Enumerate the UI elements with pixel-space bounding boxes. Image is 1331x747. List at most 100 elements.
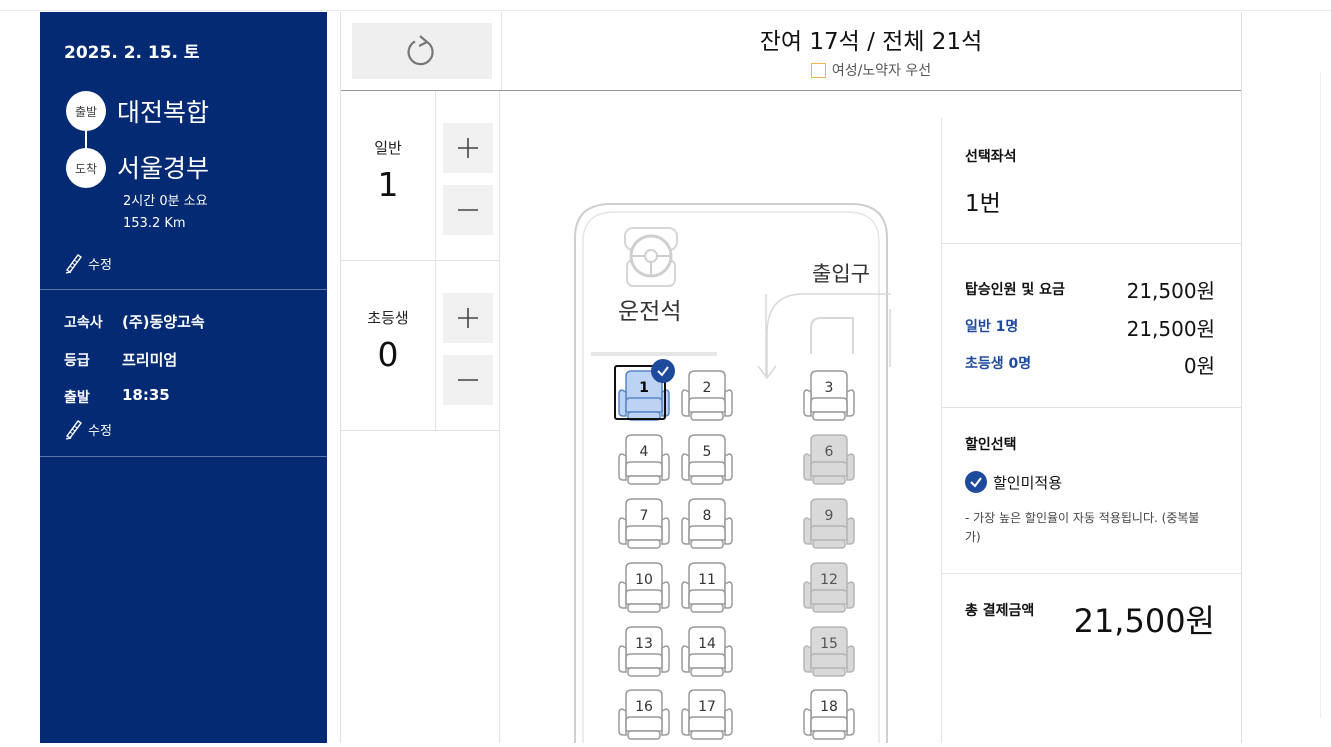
adult-label: 일반 (374, 139, 402, 157)
driver-seat-label: 운전석 (618, 299, 682, 325)
adult-plus-button[interactable] (443, 123, 493, 173)
summary-divider (941, 573, 1241, 574)
seat-18[interactable]: 18 (801, 687, 857, 743)
seat-number: 11 (698, 572, 716, 588)
seat-16[interactable]: 16 (616, 687, 672, 743)
seat-8[interactable]: 8 (679, 496, 735, 552)
seat-3[interactable]: 3 (801, 368, 857, 424)
minus-icon (458, 209, 478, 211)
seat-number: 17 (698, 699, 716, 715)
sidebar-divider (40, 289, 327, 290)
arrival-terminal: 서울경부 (117, 154, 210, 183)
seat-icon (618, 562, 670, 613)
seat-number: 6 (824, 444, 834, 460)
child-minus-button[interactable] (443, 355, 493, 405)
seat-number: 8 (702, 508, 712, 524)
trip-distance: 153.2 Km (123, 216, 186, 231)
seat-icon (803, 370, 855, 421)
child-plus-button[interactable] (443, 293, 493, 343)
top-divider (0, 10, 1331, 11)
seat-number: 3 (824, 380, 834, 396)
seat-icon (803, 689, 855, 740)
discount-note: - 가장 높은 할인율이 자동 적용됩니다. (중복불가) (965, 511, 1200, 544)
seat-number: 18 (820, 699, 838, 715)
seat-5[interactable]: 5 (679, 432, 735, 488)
remaining-seats: 잔여 17석 / 전체 21석 (759, 29, 983, 55)
counter-bottom-border (341, 430, 499, 431)
seat-selection-panel: 잔여 17석 / 전체 21석 여성/노약자 우선 일반 1 초등생 0 운전석… (340, 12, 1242, 743)
trip-duration: 2시간 0분 소요 (123, 194, 208, 209)
company-label: 고속사 (64, 315, 103, 331)
seat-number: 5 (702, 444, 712, 460)
counter-divider (435, 91, 436, 431)
check-circle-icon (965, 471, 987, 493)
no-discount-option[interactable]: 할인미적용 (965, 471, 1062, 493)
pencil-icon (65, 254, 82, 274)
adult-fare-value: 21,500원 (1126, 317, 1215, 341)
refresh-button[interactable] (352, 23, 492, 79)
seat-number: 13 (635, 636, 653, 652)
seat-9: 9 (801, 496, 857, 552)
fare-total: 21,500원 (1126, 279, 1215, 303)
travel-date: 2025. 2. 15. 토 (64, 43, 200, 63)
seat-2[interactable]: 2 (679, 368, 735, 424)
departure-tag: 출발 (66, 91, 106, 131)
seat-number: 7 (639, 508, 649, 524)
pencil-icon (65, 420, 82, 440)
seat-icon (681, 562, 733, 613)
priority-seat-legend: 여성/노약자 우선 (501, 60, 1241, 80)
route-line (85, 126, 87, 148)
fare-title: 탑승인원 및 요금 (965, 282, 1065, 298)
plus-icon (458, 138, 478, 158)
edit-bus-label: 수정 (88, 423, 112, 439)
refresh-icon (407, 35, 434, 66)
seat-7[interactable]: 7 (616, 496, 672, 552)
seat-12: 12 (801, 560, 857, 616)
right-edge-divider (1320, 72, 1321, 718)
adult-minus-button[interactable] (443, 185, 493, 235)
child-count: 0 (377, 335, 399, 374)
no-discount-label: 할인미적용 (993, 473, 1063, 492)
seat-15: 15 (801, 624, 857, 680)
selected-seat-value: 1번 (965, 191, 1001, 217)
seat-11[interactable]: 11 (679, 560, 735, 616)
seat-icon (618, 434, 670, 485)
minus-icon (458, 379, 478, 381)
seat-17[interactable]: 17 (679, 687, 735, 743)
seat-number: 16 (635, 699, 653, 715)
depart-time-label: 출발 (64, 390, 90, 406)
seat-number: 4 (639, 444, 649, 460)
edit-bus-button[interactable]: 수정 (64, 418, 112, 440)
trip-sidebar: 2025. 2. 15. 토 출발 대전복합 도착 서울경부 2시간 0분 소요… (40, 12, 327, 743)
seat-13[interactable]: 13 (616, 624, 672, 680)
entrance-label: 출입구 (812, 262, 870, 286)
seat-number: 2 (702, 380, 712, 396)
adult-count: 1 (377, 165, 399, 204)
seat-icon (681, 626, 733, 677)
seat-icon (681, 498, 733, 549)
seat-6: 6 (801, 432, 857, 488)
header-bottom-border (341, 90, 1241, 91)
seat-icon (681, 370, 733, 421)
child-fare-value: 0원 (1183, 354, 1215, 378)
edit-route-label: 수정 (88, 257, 112, 273)
seat-number: 12 (820, 572, 838, 588)
seat-4[interactable]: 4 (616, 432, 672, 488)
seat-number: 14 (698, 636, 716, 652)
counter-right-border (499, 91, 500, 743)
discount-title: 할인선택 (965, 437, 1017, 453)
departure-terminal: 대전복합 (117, 98, 210, 127)
grade-value: 프리미엄 (122, 351, 178, 369)
priority-label: 여성/노약자 우선 (831, 63, 932, 79)
priority-box-icon (810, 62, 826, 78)
seat-number: 10 (635, 572, 653, 588)
seat-1[interactable]: 1 (614, 359, 675, 424)
edit-route-button[interactable]: 수정 (64, 252, 112, 274)
seat-10[interactable]: 10 (616, 560, 672, 616)
seat-icon (618, 626, 670, 677)
seat-14[interactable]: 14 (679, 624, 735, 680)
seat-icon (803, 626, 855, 677)
summary-divider (941, 407, 1241, 408)
child-label: 초등생 (367, 309, 409, 327)
summary-divider (941, 243, 1241, 244)
